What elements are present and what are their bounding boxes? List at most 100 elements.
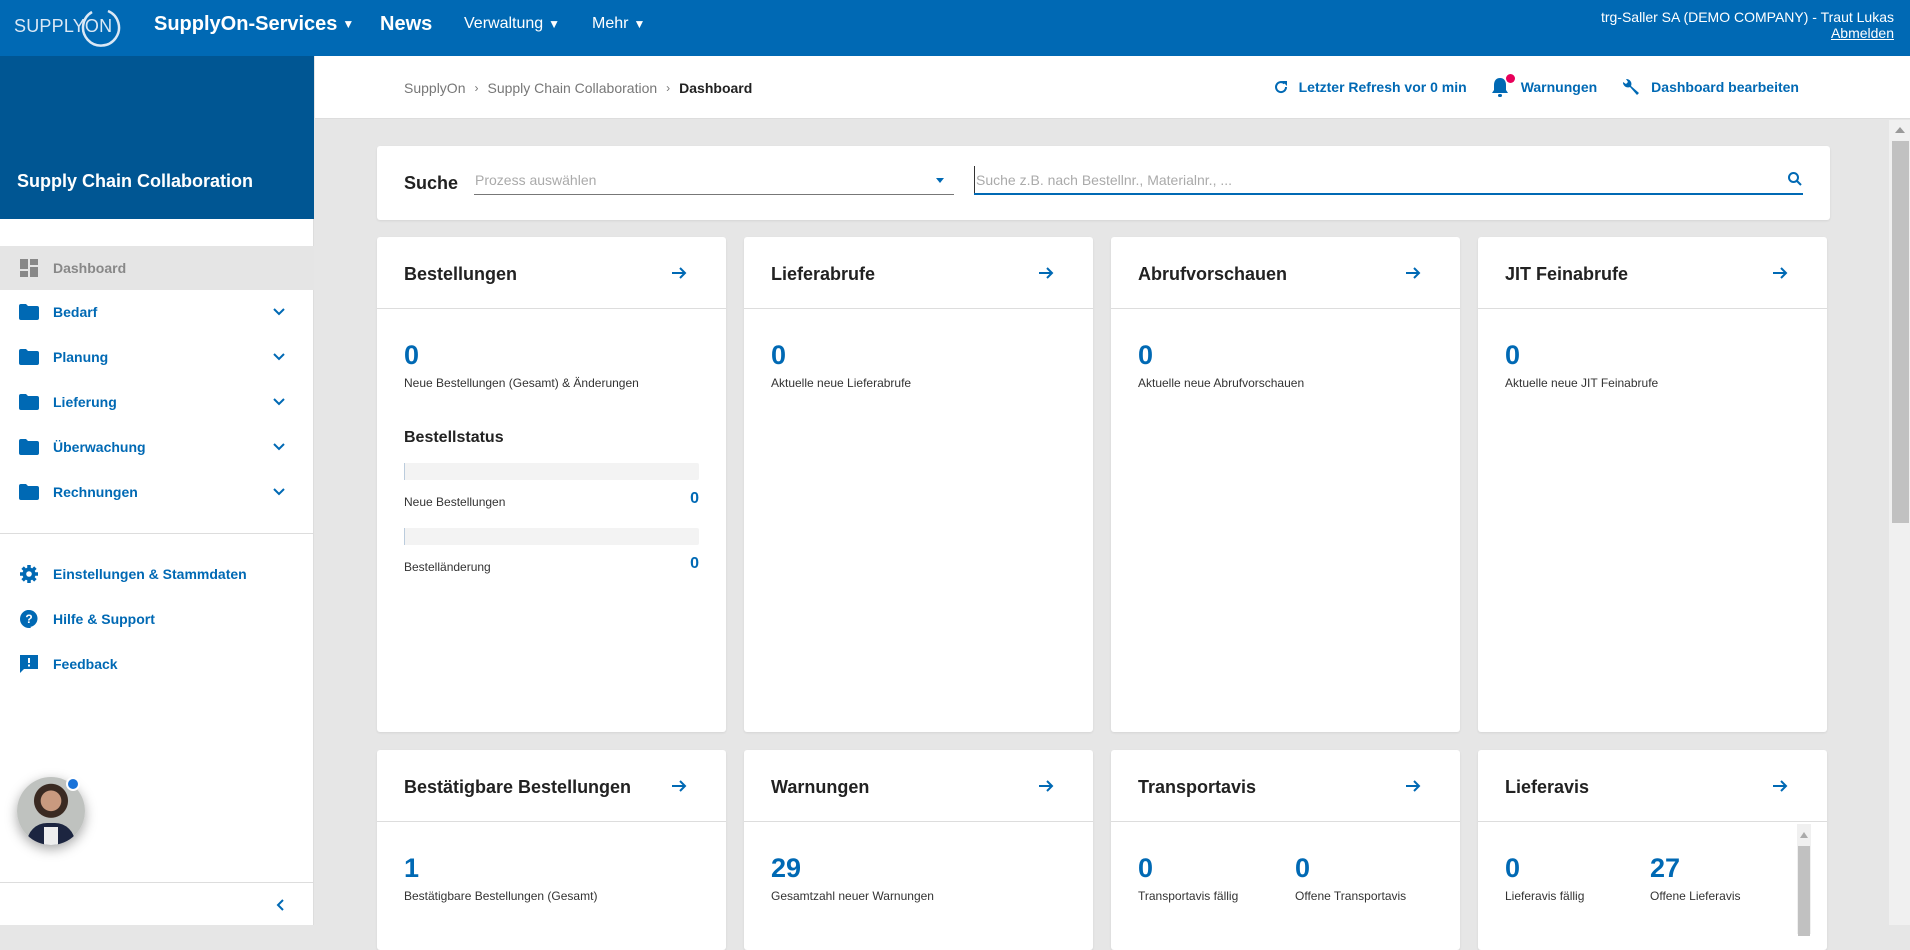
status-bar-fill	[404, 463, 405, 480]
sidebar-item-label: Einstellungen & Stammdaten	[53, 566, 247, 582]
sidebar-item-einstellungen[interactable]: Einstellungen & Stammdaten	[0, 552, 314, 596]
sidebar-item-rechnungen[interactable]: Rechnungen	[0, 470, 314, 514]
kpi-value: 27	[1650, 853, 1681, 883]
chevron-down-icon[interactable]	[270, 303, 288, 321]
tile-header: Warnungen	[744, 750, 1093, 822]
arrow-right-icon[interactable]	[1037, 777, 1055, 795]
kpi-value: 0	[1505, 853, 1521, 883]
warnings-label: Warnungen	[1520, 79, 1598, 95]
nav-news[interactable]: News	[380, 0, 432, 48]
sidebar-item-hilfe[interactable]: ? Hilfe & Support	[0, 597, 314, 641]
tile-header: Bestätigbare Bestellungen	[377, 750, 726, 822]
kpi-label: Neue Bestellungen (Gesamt) & Änderungen	[404, 376, 639, 390]
kpi[interactable]: 0 Neue Bestellungen (Gesamt) & Änderunge…	[404, 340, 639, 390]
tile-header: Abrufvorschauen	[1111, 237, 1460, 309]
tile-header: Lieferavis	[1478, 750, 1827, 822]
kpi-label: Transportavis fällig	[1138, 889, 1239, 903]
logout-link[interactable]: Abmelden	[1601, 25, 1894, 41]
kpi-label: Lieferavis fällig	[1505, 889, 1585, 903]
dashboard-main: Suche Prozess auswählen Bestellungen 0 N…	[315, 120, 1890, 950]
sidebar-item-ueberwachung[interactable]: Überwachung	[0, 425, 314, 469]
kpi-value: 1	[404, 853, 420, 883]
nav-supplyon-services-label: SupplyOn-Services	[154, 12, 338, 35]
tile-lieferabrufe: Lieferabrufe 0 Aktuelle neue Lieferabruf…	[744, 237, 1093, 732]
avatar-shirt	[44, 827, 58, 845]
sidebar-item-lieferung[interactable]: Lieferung	[0, 380, 314, 424]
sidebar-item-label: Hilfe & Support	[53, 611, 155, 627]
chevron-down-icon[interactable]	[270, 438, 288, 456]
kpi[interactable]: 0 Aktuelle neue Lieferabrufe	[771, 340, 911, 390]
nav-verwaltung[interactable]: Verwaltung ▼	[464, 0, 560, 48]
page-scrollbar[interactable]	[1889, 120, 1910, 925]
arrow-right-icon[interactable]	[1037, 264, 1055, 282]
scroll-up-icon[interactable]	[1800, 832, 1808, 838]
arrow-right-icon[interactable]	[1771, 264, 1789, 282]
edit-dashboard-button[interactable]: Dashboard bearbeiten	[1621, 77, 1799, 97]
tile-jit-feinabrufe: JIT Feinabrufe 0 Aktuelle neue JIT Feina…	[1478, 237, 1827, 732]
arrow-right-icon[interactable]	[1404, 777, 1422, 795]
caret-down-icon: ▼	[633, 17, 646, 31]
kpi[interactable]: 0 Aktuelle neue JIT Feinabrufe	[1505, 340, 1658, 390]
sidebar-item-dashboard[interactable]: Dashboard	[0, 246, 314, 290]
caret-down-icon: ▼	[548, 17, 561, 31]
gear-icon	[19, 564, 39, 584]
tile-header: JIT Feinabrufe	[1478, 237, 1827, 309]
scroll-thumb[interactable]	[1892, 141, 1909, 523]
breadcrumb-supplyon[interactable]: SupplyOn	[404, 80, 465, 96]
sidebar-item-label: Überwachung	[53, 439, 146, 455]
breadcrumb-scc[interactable]: Supply Chain Collaboration	[487, 80, 657, 96]
kpi-label: Aktuelle neue JIT Feinabrufe	[1505, 376, 1659, 390]
tile-scrollbar[interactable]	[1797, 824, 1811, 936]
search-input[interactable]	[974, 166, 1754, 193]
tile-title: Lieferabrufe	[771, 264, 876, 284]
caret-down-icon: ▼	[342, 17, 355, 31]
arrow-right-icon[interactable]	[670, 777, 688, 795]
tile-title: Abrufvorschauen	[1138, 264, 1288, 284]
chevron-down-icon[interactable]	[270, 483, 288, 501]
status-value[interactable]: 0	[690, 490, 699, 508]
kpi[interactable]: 0 Aktuelle neue Abrufvorschauen	[1138, 340, 1304, 390]
search-icon[interactable]	[1787, 171, 1803, 187]
scroll-thumb[interactable]	[1798, 846, 1810, 936]
sidebar-item-label: Rechnungen	[53, 484, 138, 500]
sidebar-item-bedarf[interactable]: Bedarf	[0, 290, 314, 334]
status-value[interactable]: 0	[690, 555, 699, 573]
kpi-value: 0	[1505, 340, 1521, 370]
tile-bestellungen: Bestellungen 0 Neue Bestellungen (Gesamt…	[377, 237, 726, 732]
sidebar-item-label: Bedarf	[53, 304, 98, 320]
kpi[interactable]: 0 Lieferavis fällig	[1505, 853, 1584, 903]
kpi[interactable]: 1 Bestätigbare Bestellungen (Gesamt)	[404, 853, 597, 903]
kpi-value: 0	[771, 340, 787, 370]
kpi-label: Offene Lieferavis	[1650, 889, 1741, 903]
arrow-right-icon[interactable]	[1771, 777, 1789, 795]
supplyon-logo[interactable]: SUPPLYON	[14, 6, 121, 47]
tile-lieferavis: Lieferavis 0 Lieferavis fällig 27 Offene…	[1478, 750, 1827, 950]
edit-dashboard-label: Dashboard bearbeiten	[1651, 79, 1799, 95]
wrench-icon	[1623, 78, 1640, 95]
scroll-up-icon[interactable]	[1895, 127, 1905, 133]
refresh-icon	[1274, 81, 1287, 94]
header-actions: Letzter Refresh vor 0 min Warnungen Dash…	[1273, 74, 1799, 98]
kpi[interactable]: 27 Offene Lieferavis	[1650, 853, 1741, 903]
chevron-down-icon[interactable]	[270, 393, 288, 411]
process-select[interactable]: Prozess auswählen	[474, 166, 954, 195]
refresh-button[interactable]: Letzter Refresh vor 0 min	[1273, 79, 1467, 95]
sidebar-header: Supply Chain Collaboration	[0, 56, 314, 219]
sidebar-divider	[0, 533, 314, 534]
kpi[interactable]: 29 Gesamtzahl neuer Warnungen	[771, 853, 934, 903]
kpi[interactable]: 0 Offene Transportavis	[1295, 853, 1406, 903]
nav-supplyon-services[interactable]: SupplyOn-Services ▼	[154, 0, 354, 48]
warnings-button[interactable]: Warnungen	[1491, 74, 1598, 98]
dropdown-arrow-icon	[936, 178, 944, 183]
chevron-down-icon[interactable]	[270, 348, 288, 366]
tile-title: Bestellungen	[404, 264, 518, 284]
nav-mehr[interactable]: Mehr ▼	[592, 0, 645, 48]
svg-text:?: ?	[25, 612, 32, 626]
kpi-value: 0	[404, 340, 420, 370]
collapse-sidebar-icon[interactable]	[272, 896, 290, 914]
arrow-right-icon[interactable]	[1404, 264, 1422, 282]
sidebar-item-feedback[interactable]: Feedback	[0, 642, 314, 686]
sidebar-item-planung[interactable]: Planung	[0, 335, 314, 379]
kpi[interactable]: 0 Transportavis fällig	[1138, 853, 1238, 903]
arrow-right-icon[interactable]	[670, 264, 688, 282]
